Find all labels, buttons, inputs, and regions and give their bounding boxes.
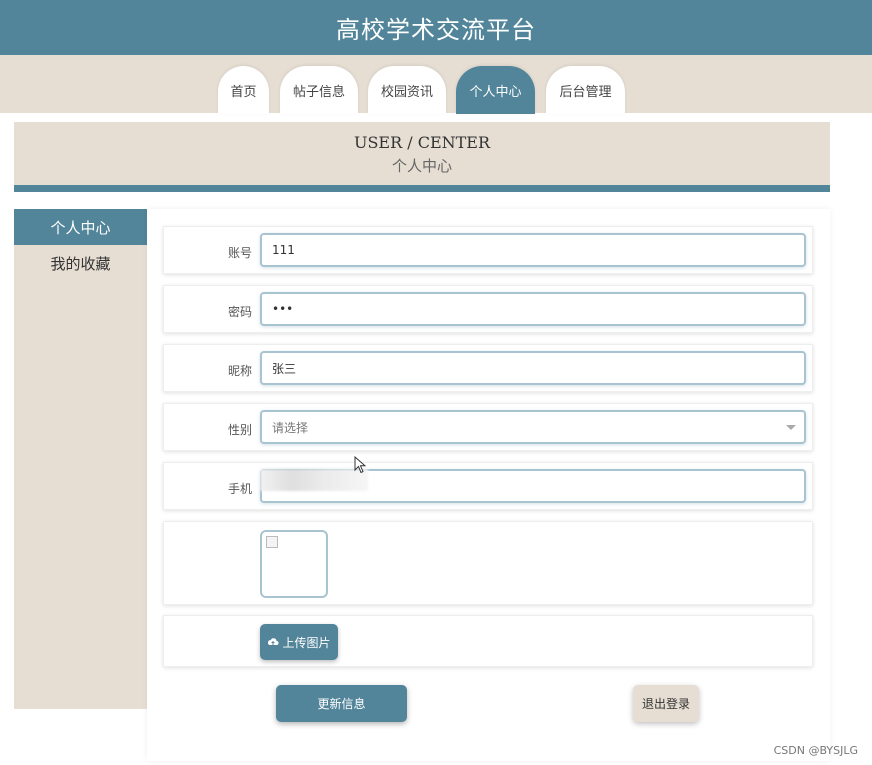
account-label: 账号: [227, 246, 252, 260]
password-input[interactable]: •••: [260, 292, 806, 326]
tab-posts[interactable]: 帖子信息: [280, 66, 358, 114]
tab-admin[interactable]: 后台管理: [546, 66, 625, 114]
mouse-cursor-icon: [354, 456, 366, 474]
redaction-blur: [260, 469, 368, 491]
tab-user-center[interactable]: 个人中心: [456, 66, 535, 114]
gender-select-placeholder: 请选择: [272, 420, 309, 435]
form-row-account: 账号 111: [163, 226, 813, 274]
sidebar-item-favorites[interactable]: 我的收藏: [14, 245, 147, 281]
sidebar: 个人中心 我的收藏: [14, 209, 147, 709]
tab-home[interactable]: 首页: [218, 66, 269, 114]
gender-select[interactable]: 请选择: [260, 410, 806, 444]
watermark: CSDN @BYSJLG: [773, 744, 858, 757]
account-input[interactable]: 111: [260, 233, 806, 267]
site-title: 高校学术交流平台: [336, 16, 536, 44]
broken-image-icon: [266, 536, 278, 548]
nickname-label: 昵称: [227, 364, 252, 378]
page-banner: USER / CENTER 个人中心: [14, 122, 830, 192]
form-row-password: 密码 •••: [163, 285, 813, 333]
cloud-upload-icon: [268, 638, 279, 645]
update-info-button[interactable]: 更新信息: [276, 685, 407, 722]
tab-campus-news[interactable]: 校园资讯: [368, 66, 446, 114]
upload-button-label: 上传图片: [282, 635, 331, 650]
form-row-phone: 手机: [163, 462, 813, 510]
upload-image-button[interactable]: 上传图片: [260, 624, 338, 660]
form-row-upload: 上传图片: [163, 615, 813, 667]
gender-label: 性别: [227, 423, 252, 437]
nickname-input[interactable]: 张三: [260, 351, 806, 385]
form-row-avatar-preview: [163, 521, 813, 605]
logout-button[interactable]: 退出登录: [633, 685, 699, 722]
main-nav: 首页 帖子信息 校园资讯 个人中心 后台管理: [0, 66, 872, 114]
banner-title-en: USER / CENTER: [353, 133, 491, 152]
form-row-gender: 性别 请选择: [163, 403, 813, 451]
sidebar-item-user-center[interactable]: 个人中心: [14, 209, 147, 245]
avatar-preview: [260, 530, 328, 598]
password-label: 密码: [227, 305, 252, 319]
chevron-down-icon: [786, 425, 796, 430]
top-header: 高校学术交流平台: [0, 0, 872, 55]
phone-label: 手机: [227, 482, 252, 496]
form-row-nickname: 昵称 张三: [163, 344, 813, 392]
banner-title-cn: 个人中心: [391, 157, 452, 175]
profile-form-panel: 账号 111 密码 ••• 昵称 张三 性别 请选择 手机 上传图片 更新信息 …: [147, 209, 830, 761]
